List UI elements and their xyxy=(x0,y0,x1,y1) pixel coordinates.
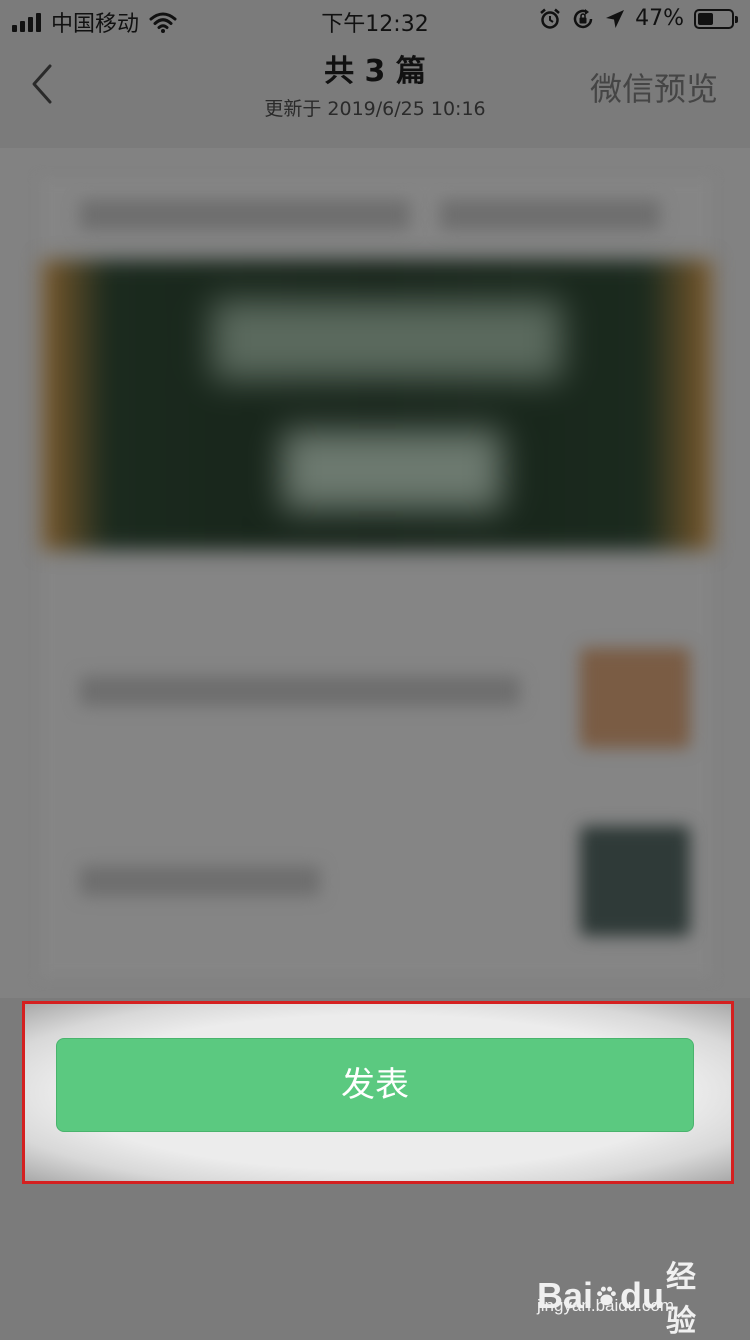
alarm-icon xyxy=(540,8,560,29)
publish-button[interactable]: 发表 xyxy=(56,1038,694,1132)
battery-icon xyxy=(694,8,738,29)
article-title-placeholder[interactable] xyxy=(80,866,320,896)
article-thumbnail[interactable] xyxy=(580,826,690,936)
location-icon xyxy=(606,9,625,28)
battery-level xyxy=(698,12,713,25)
rotation-lock-icon xyxy=(573,8,593,28)
article-title-placeholder[interactable] xyxy=(80,676,520,706)
article-title-placeholder xyxy=(80,200,410,230)
article-thumbnail[interactable] xyxy=(580,648,690,748)
wechat-preview-button[interactable]: 微信预览 xyxy=(590,64,718,110)
article-list xyxy=(0,148,750,998)
article-title-placeholder xyxy=(440,200,660,230)
navigation-bar: 共 3 篇 更新于 2019/6/25 10:16 微信预览 xyxy=(0,40,750,128)
status-bar: 中国移动 下午12:32 47% xyxy=(0,0,750,40)
article-cover-image[interactable] xyxy=(42,260,712,550)
battery-percent: 47% xyxy=(635,6,684,31)
baidu-jingyan-watermark: Bai du 经验 jingyan.baidu.com xyxy=(537,1252,712,1338)
watermark-url: jingyan.baidu.com xyxy=(537,1296,675,1315)
status-right: 47% xyxy=(539,6,738,31)
